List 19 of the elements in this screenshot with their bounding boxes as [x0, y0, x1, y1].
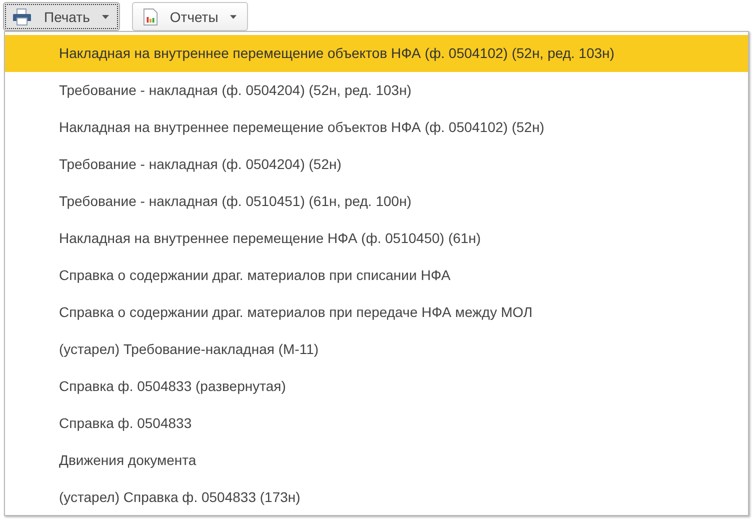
- menu-item[interactable]: Справка ф. 0504833 (развернутая): [5, 368, 748, 405]
- menu-item[interactable]: Справка о содержании драг. материалов при передаче НФА между МОЛ: [5, 294, 748, 331]
- menu-item[interactable]: Справка о содержании драг. материалов при списании НФА: [5, 257, 748, 294]
- menu-item[interactable]: Требование - накладная (ф. 0510451) (61н, ред. 100н): [5, 183, 748, 220]
- menu-item[interactable]: Накладная на внутреннее перемещение НФА (ф. 0510450) (61н): [5, 220, 748, 257]
- menu-item[interactable]: (устарел) Справка ф. 0504833 (173н): [5, 479, 748, 516]
- menu-item[interactable]: Справка ф. 0504833: [5, 405, 748, 442]
- menu-item[interactable]: (устарел) Требование-накладная (М-11): [5, 331, 748, 368]
- printer-icon: [12, 8, 32, 26]
- caret-icon: [102, 14, 109, 18]
- bar-chart-icon: [142, 8, 158, 26]
- reports-button[interactable]: Отчеты: [132, 2, 248, 31]
- menu-item[interactable]: Требование - накладная (ф. 0504204) (52н): [5, 146, 748, 183]
- print-button[interactable]: Печать: [3, 2, 120, 31]
- menu-item[interactable]: Движения документа: [5, 442, 748, 479]
- caret-icon: [230, 14, 237, 18]
- menu-item[interactable]: Накладная на внутреннее перемещение объектов НФА (ф. 0504102) (52н, ред. 103н): [5, 35, 748, 72]
- menu-item[interactable]: Накладная на внутреннее перемещение объектов НФА (ф. 0504102) (52н): [5, 109, 748, 146]
- menu-item[interactable]: Требование - накладная (ф. 0504204) (52н, ред. 103н): [5, 72, 748, 109]
